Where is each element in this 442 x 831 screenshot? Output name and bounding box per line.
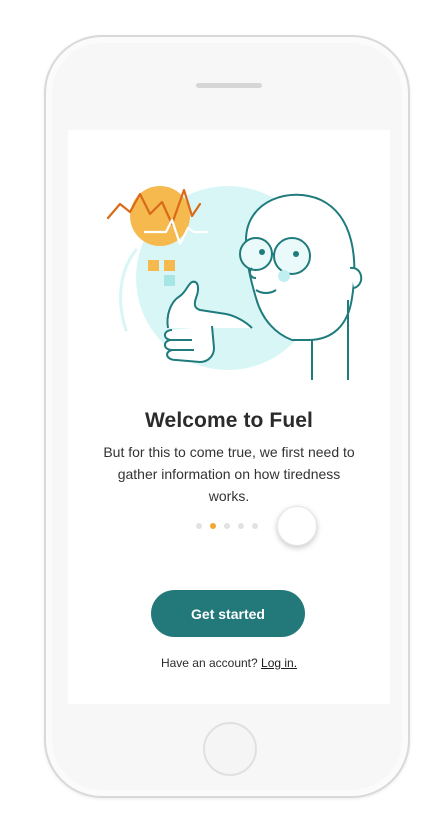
pagination-dot[interactable] [196, 523, 202, 529]
thumbs-up-character-illustration [106, 186, 363, 380]
pagination-dots [196, 523, 258, 529]
pagination-dot[interactable] [252, 523, 258, 529]
touch-indicator [277, 506, 317, 546]
speaker-grille [196, 83, 262, 88]
login-link[interactable]: Log in. [261, 656, 297, 670]
home-button[interactable] [203, 722, 257, 776]
login-prompt: Have an account? Log in. [68, 656, 390, 670]
app-screen: Welcome to Fuel But for this to come tru… [68, 130, 390, 704]
login-prompt-text: Have an account? [160, 656, 258, 670]
welcome-title: Welcome to Fuel [145, 409, 313, 432]
phone-frame: Welcome to Fuel But for this to come tru… [44, 35, 410, 798]
pagination-dot[interactable] [238, 523, 244, 529]
welcome-subtitle: But for this to come true, we first need… [103, 444, 355, 504]
get-started-button[interactable]: Get started [151, 590, 305, 637]
pagination-dot-active[interactable] [210, 523, 216, 529]
pagination-dot[interactable] [224, 523, 230, 529]
